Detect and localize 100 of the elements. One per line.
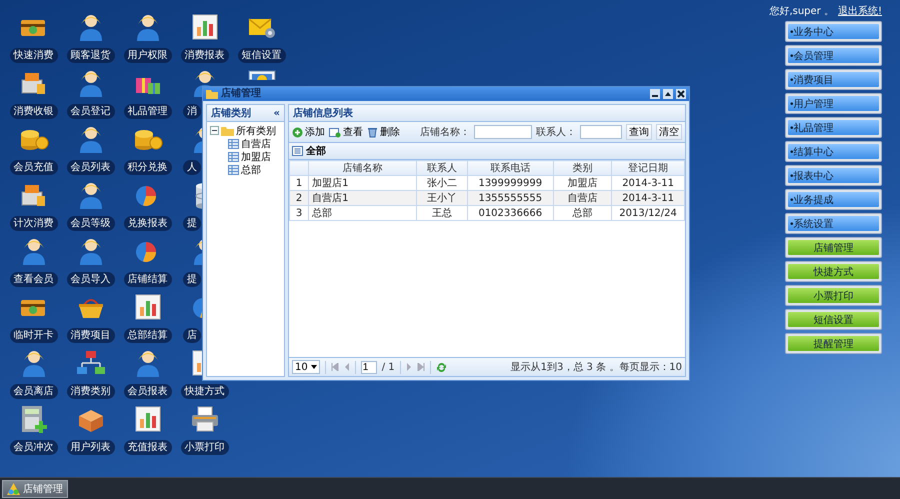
shortcut-label[interactable]: 查看会员 <box>10 272 58 287</box>
shortcut-label[interactable]: 人 <box>183 160 201 175</box>
first-page-icon[interactable] <box>330 363 339 371</box>
shortcut-label[interactable]: 兑换报表 <box>124 216 172 231</box>
shortcut-label[interactable]: 会员离店 <box>10 384 58 399</box>
collapse-icon[interactable] <box>210 126 219 135</box>
shortcut-label[interactable]: 计次消费 <box>10 216 58 231</box>
panel-title: 店铺信息列表 <box>293 106 353 120</box>
chart-icon <box>132 292 162 322</box>
menu-button[interactable]: •消费项目 <box>785 69 882 90</box>
shortcut-label[interactable]: 积分兑换 <box>124 160 172 175</box>
shortcut-label[interactable]: 店铺结算 <box>124 272 172 287</box>
table-cell: 总部 <box>308 206 417 220</box>
menu-button[interactable]: •结算中心 <box>785 141 882 162</box>
menu-button[interactable]: •业务中心 <box>785 21 882 42</box>
filter-field[interactable] <box>580 125 622 139</box>
shortcut-label[interactable]: 顾客退货 <box>66 48 114 63</box>
toolbar-button[interactable]: 添加 <box>292 125 325 139</box>
table-icon <box>228 164 239 174</box>
shortcut-label[interactable]: 消费类别 <box>66 384 114 399</box>
logout-link[interactable]: 退出系统! <box>838 4 882 18</box>
shortcut-label[interactable]: 消 <box>183 104 201 119</box>
menu-button[interactable]: 短信设置 <box>785 309 882 330</box>
column-header[interactable]: 类别 <box>553 160 612 176</box>
menu-button[interactable]: •报表中心 <box>785 165 882 186</box>
table-cell: 0102336666 <box>467 206 554 220</box>
shortcut-label[interactable]: 消费收银 <box>10 104 58 119</box>
shortcut-label[interactable]: 会员列表 <box>66 160 114 175</box>
filter-button[interactable]: 查询 <box>626 124 652 140</box>
shortcut-label[interactable]: 会员等级 <box>66 216 114 231</box>
column-header[interactable]: 登记日期 <box>612 160 684 176</box>
shortcut-label[interactable]: 会员冲次 <box>10 440 58 455</box>
shortcut-label[interactable]: 会员报表 <box>124 384 172 399</box>
shortcut-label[interactable]: 会员充值 <box>10 160 58 175</box>
minimize-icon[interactable] <box>650 89 660 99</box>
menu-button[interactable]: •礼品管理 <box>785 117 882 138</box>
tree-item[interactable]: 所有类别 <box>236 124 276 138</box>
panel-title: 店铺类别 <box>211 106 251 120</box>
page-count: / 1 <box>382 362 395 372</box>
monitor-icon <box>246 68 276 80</box>
triangle-icon <box>7 482 20 494</box>
shortcut-label[interactable]: 临时开卡 <box>10 328 58 343</box>
filter-field[interactable] <box>474 125 532 139</box>
close-icon[interactable] <box>676 89 686 99</box>
shortcut-label[interactable]: 提 <box>183 216 201 231</box>
tree-item[interactable]: 自营店 <box>241 136 271 150</box>
paging-summary: 显示从1到3，总 3 条 。每页显示：10 <box>510 360 682 374</box>
shortcut-label[interactable]: 提 <box>183 272 201 287</box>
chart-icon <box>190 12 220 42</box>
table-cell: 总部 <box>553 206 612 220</box>
filter-button[interactable]: 清空 <box>656 124 682 140</box>
grid-title: 全部 <box>306 144 326 158</box>
shortcut-label[interactable]: 总部结算 <box>124 328 172 343</box>
toolbar-button[interactable]: 查看 <box>329 125 363 139</box>
shortcut-label[interactable]: 用户列表 <box>66 440 114 455</box>
toolbar-button[interactable]: 删除 <box>367 125 400 139</box>
page-size-select[interactable]: 10 <box>292 360 320 374</box>
menu-button[interactable]: •系统设置 <box>785 213 882 234</box>
menu-button[interactable]: 小票打印 <box>785 285 882 306</box>
folder-icon <box>206 89 218 99</box>
shortcut-label[interactable]: 店 <box>183 328 201 343</box>
shortcut-label[interactable]: 用户权限 <box>124 48 172 63</box>
folder-icon <box>221 126 234 136</box>
menu-button[interactable]: 快捷方式 <box>785 261 882 282</box>
tree-item[interactable]: 加盟店 <box>241 150 271 164</box>
shortcut-label[interactable]: 快捷方式 <box>180 384 228 399</box>
shortcut-label[interactable]: 会员导入 <box>66 272 114 287</box>
caret-icon <box>310 365 317 369</box>
delete-icon <box>367 126 378 138</box>
taskbar-button[interactable]: 店铺管理 <box>2 480 68 498</box>
collapse-button[interactable]: « <box>274 108 280 118</box>
table-icon <box>228 138 239 148</box>
row-number-header <box>290 160 309 176</box>
table-icon <box>228 152 239 162</box>
maximize-icon[interactable] <box>663 89 673 99</box>
shortcut-label[interactable]: 消费项目 <box>66 328 114 343</box>
last-page-icon[interactable] <box>416 363 425 371</box>
menu-button[interactable]: 店铺管理 <box>785 237 882 258</box>
shortcut-label[interactable]: 礼品管理 <box>124 104 172 119</box>
menu-button[interactable]: 提醒管理 <box>785 333 882 354</box>
shortcut-label[interactable]: 快速消费 <box>10 48 58 63</box>
refresh-icon[interactable] <box>436 362 447 372</box>
next-page-icon[interactable] <box>406 363 412 371</box>
shortcut-label[interactable]: 短信设置 <box>238 48 286 63</box>
shortcut-label[interactable]: 消费报表 <box>180 48 228 63</box>
menu-button[interactable]: •用户管理 <box>785 93 882 114</box>
filter-label: 联系人： <box>536 126 576 139</box>
row-number: 3 <box>290 206 309 220</box>
shortcut-label[interactable]: 充值报表 <box>124 440 172 455</box>
column-header[interactable]: 店铺名称 <box>308 160 417 176</box>
previous-page-icon[interactable] <box>344 363 350 371</box>
column-header[interactable]: 联系电话 <box>467 160 554 176</box>
shortcut-label[interactable]: 小票打印 <box>180 440 228 455</box>
page-field[interactable]: 1 <box>360 360 377 374</box>
shortcut-label[interactable]: 会员登记 <box>66 104 114 119</box>
table-cell: 王总 <box>416 206 468 220</box>
column-header[interactable]: 联系人 <box>416 160 468 176</box>
menu-button[interactable]: •业务提成 <box>785 189 882 210</box>
tree-item[interactable]: 总部 <box>241 162 261 176</box>
menu-button[interactable]: •会员管理 <box>785 45 882 66</box>
